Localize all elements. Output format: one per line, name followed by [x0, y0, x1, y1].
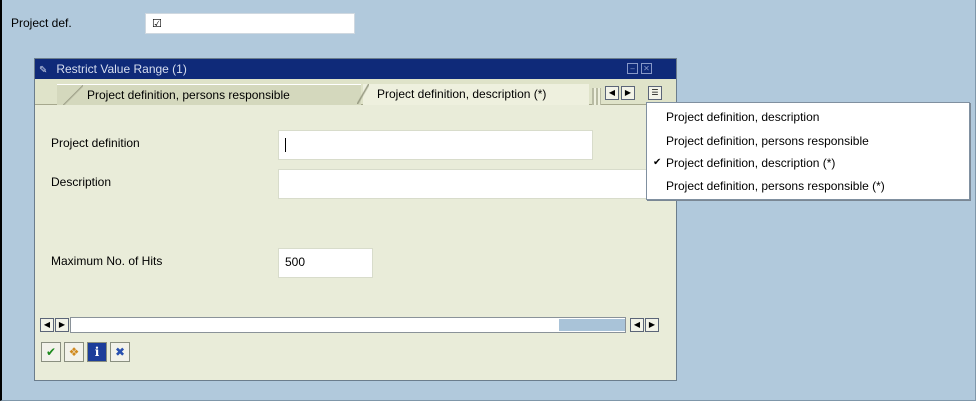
confirm-icon[interactable]: ✔ [41, 342, 61, 362]
text-cursor [285, 137, 286, 152]
horizontal-scrollbar[interactable]: ◀ ▶ ◀ ▶ [40, 317, 670, 333]
scroll-track[interactable] [70, 317, 626, 333]
menu-item-description-star[interactable]: ✔ Project definition, description (*) [647, 152, 969, 174]
project-def-input[interactable]: ☑ [145, 13, 355, 34]
tab-scroll-left-icon[interactable]: ◀ [605, 86, 619, 100]
menu-item-persons-responsible[interactable]: Project definition, persons responsible [647, 130, 969, 152]
restrict-value-range-dialog: ✎ Restrict Value Range (1) ‒ ✕ Project d… [34, 58, 677, 381]
scroll-right-icon[interactable]: ▶ [645, 318, 659, 332]
scroll-left-icon[interactable]: ◀ [40, 318, 54, 332]
multiple-selection-icon[interactable]: ❖ [64, 342, 84, 362]
dialog-titlebar: ✎ Restrict Value Range (1) ‒ ✕ [35, 59, 676, 79]
tabstrip: Project definition, persons responsible … [35, 79, 676, 105]
sap-screen: Project def. ☑ ✎ Restrict Value Range (1… [0, 0, 976, 401]
tab-label: Project definition, persons responsible [87, 88, 290, 102]
tab-scroll-right-icon[interactable]: ▶ [621, 86, 635, 100]
menu-item-persons-responsible-star[interactable]: Project definition, persons responsible … [647, 175, 969, 197]
max-hits-label: Maximum No. of Hits [51, 254, 163, 268]
minimize-icon[interactable]: ‒ [627, 63, 638, 74]
info-icon[interactable]: i [87, 342, 107, 362]
check-icon: ✔ [653, 157, 662, 168]
tab-list-dropdown: Project definition, description Project … [646, 102, 970, 200]
restrict-dialog-icon: ✎ [39, 65, 48, 76]
dialog-title: Restrict Value Range (1) [56, 62, 187, 76]
description-label: Description [51, 175, 112, 189]
close-icon[interactable]: ✕ [641, 63, 652, 74]
scroll-left-icon[interactable]: ◀ [630, 318, 644, 332]
menu-item-description[interactable]: Project definition, description [647, 106, 969, 128]
max-hits-input[interactable]: 500 [278, 248, 373, 278]
checkbox-icon: ☑ [152, 17, 162, 30]
tab-label: Project definition, description (*) [377, 87, 547, 101]
scroll-right-icon[interactable]: ▶ [55, 318, 69, 332]
tab-separator [592, 88, 601, 105]
project-definition-label: Project definition [51, 136, 140, 150]
tab-description-star[interactable]: Project definition, description (*) [357, 84, 589, 105]
cancel-icon[interactable]: ✖ [110, 342, 130, 362]
tab-persons-responsible[interactable]: Project definition, persons responsible [57, 84, 361, 105]
project-def-label: Project def. [11, 16, 72, 30]
tab-list-icon[interactable]: ☰ [648, 86, 662, 100]
scroll-thumb[interactable] [559, 319, 625, 331]
project-definition-input[interactable] [278, 130, 593, 160]
description-input[interactable] [278, 169, 650, 199]
